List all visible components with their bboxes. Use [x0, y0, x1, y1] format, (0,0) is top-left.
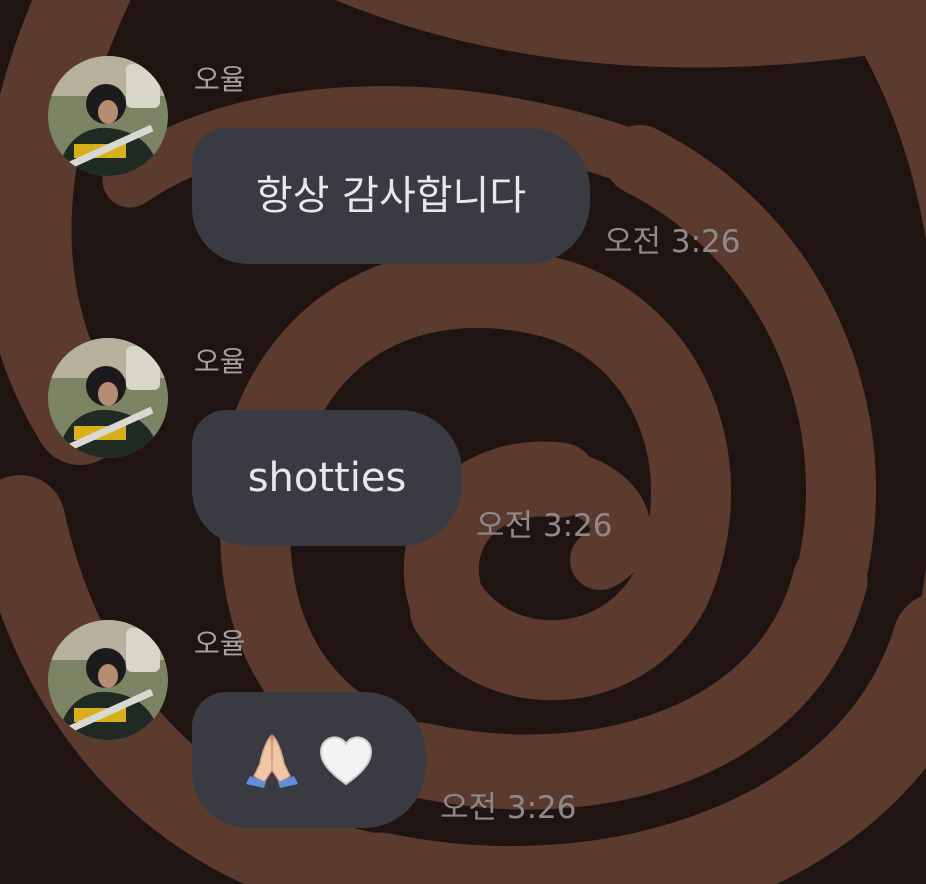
avatar[interactable]: [48, 620, 168, 740]
sender-name: 오율: [194, 63, 246, 96]
message-bubble[interactable]: shotties: [192, 410, 462, 546]
white-heart-icon: [320, 736, 372, 786]
message-row: 오율 항상 감사합니다 오전 3:26: [0, 56, 926, 276]
folded-hands-icon: [246, 734, 298, 788]
message-time: 오전 3:26: [604, 224, 741, 260]
message-time: 오전 3:26: [440, 790, 577, 826]
avatar[interactable]: [48, 338, 168, 458]
message-bubble[interactable]: [192, 692, 426, 828]
message-bubble[interactable]: 항상 감사합니다: [192, 128, 590, 264]
message-time: 오전 3:26: [476, 508, 613, 544]
message-row: 오율 shotties 오전 3:26: [0, 338, 926, 558]
message-row: 오율 오전 3:26: [0, 620, 926, 840]
avatar[interactable]: [48, 56, 168, 176]
sender-name: 오율: [194, 627, 246, 660]
sender-name: 오율: [194, 345, 246, 378]
